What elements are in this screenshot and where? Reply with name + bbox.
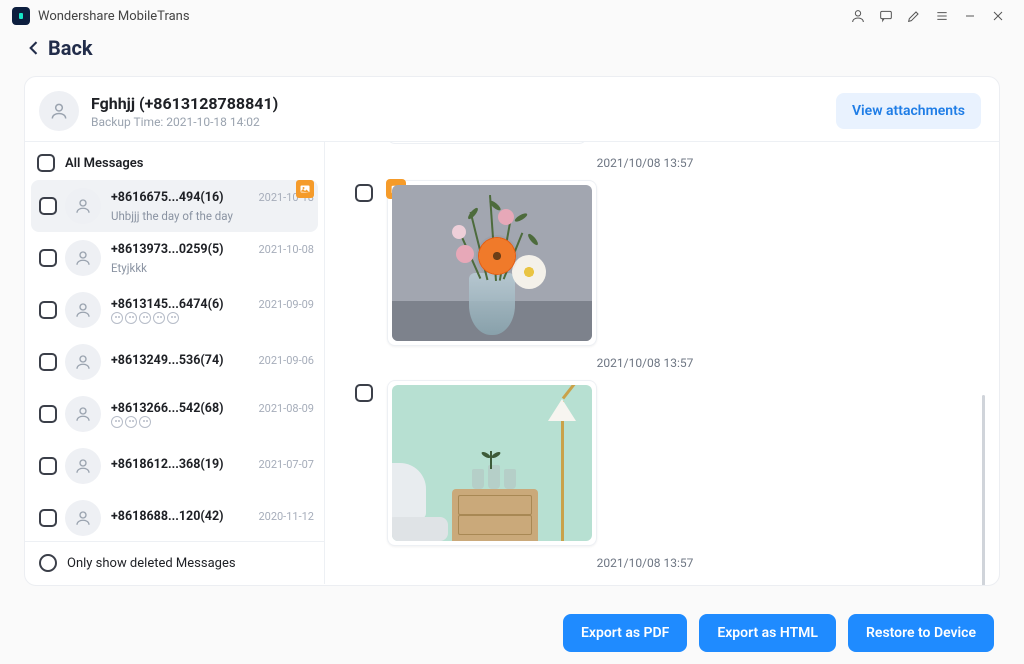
conversation-sidebar: All Messages +8616675...494(16)2021-10-1… xyxy=(25,142,325,584)
conversation-avatar xyxy=(65,292,101,328)
close-icon[interactable] xyxy=(984,2,1012,30)
message-image[interactable] xyxy=(387,380,597,546)
back-label: Back xyxy=(48,36,93,60)
conversation-item[interactable]: +8613249...536(74) 2021-09-06 xyxy=(25,336,324,388)
conversation-date: 2021-10-08 xyxy=(250,243,314,256)
person-icon xyxy=(74,509,92,527)
all-messages-row[interactable]: All Messages xyxy=(25,146,324,180)
conversation-checkbox[interactable] xyxy=(39,405,57,423)
app-name: Wondershare MobileTrans xyxy=(38,9,190,24)
conversation-date: 2021-09-09 xyxy=(250,298,314,311)
conversation-checkbox[interactable] xyxy=(39,249,57,267)
account-icon[interactable] xyxy=(844,2,872,30)
conversation-date: 2021-08-09 xyxy=(250,402,314,415)
message-timestamp: 2021/10/08 13:57 xyxy=(355,356,975,370)
only-deleted-label: Only show deleted Messages xyxy=(67,556,236,571)
person-icon xyxy=(74,301,92,319)
conversation-checkbox[interactable] xyxy=(39,457,57,475)
conversation-checkbox[interactable] xyxy=(39,509,57,527)
only-deleted-row[interactable]: Only show deleted Messages xyxy=(25,541,324,584)
minimize-icon[interactable] xyxy=(956,2,984,30)
conversation-item[interactable]: +8613266...542(68) 2021-08-09 xyxy=(25,388,324,440)
conversation-avatar xyxy=(65,344,101,380)
person-icon xyxy=(74,457,92,475)
conversation-item[interactable]: +8616675...494(16)2021-10-18Uhbjjj the d… xyxy=(31,180,318,232)
message-timestamp: 2021/10/08 13:57 xyxy=(355,156,975,170)
person-icon xyxy=(74,249,92,267)
footer-actions: Export as PDF Export as HTML Restore to … xyxy=(563,614,994,652)
message-block: 2021/10/08 13:57 xyxy=(355,556,975,570)
conversation-item[interactable]: +8618688...120(42) 2020-11-12 xyxy=(25,492,324,541)
main-card: Fghhjj (+8613128788841) Backup Time: 202… xyxy=(24,76,1000,586)
scrollbar-thumb[interactable] xyxy=(982,395,985,586)
title-bar: Wondershare MobileTrans xyxy=(0,0,1024,32)
message-pane[interactable]: 2021/10/08 13:57 2021/10/08 13:57 2021/10/… xyxy=(325,142,999,584)
conversation-name: +8613249...536(74) xyxy=(111,353,224,368)
contact-title: Fghhjj (+8613128788841) xyxy=(91,94,278,113)
conversation-avatar xyxy=(65,240,101,276)
conversation-avatar xyxy=(65,500,101,536)
conversation-name: +8616675...494(16) xyxy=(111,190,224,205)
conversation-name: +8618612...368(19) xyxy=(111,457,224,472)
conversation-list: +8616675...494(16)2021-10-18Uhbjjj the d… xyxy=(25,180,324,541)
conversation-date: 2021-09-06 xyxy=(250,354,314,367)
all-messages-checkbox[interactable] xyxy=(37,154,55,172)
view-attachments-button[interactable]: View attachments xyxy=(836,93,981,129)
card-header: Fghhjj (+8613128788841) Backup Time: 202… xyxy=(25,77,999,142)
conversation-checkbox[interactable] xyxy=(39,301,57,319)
person-icon xyxy=(74,353,92,371)
conversation-item[interactable]: +8618612...368(19) 2021-07-07 xyxy=(25,440,324,492)
restore-device-button[interactable]: Restore to Device xyxy=(848,614,994,652)
feedback-icon[interactable] xyxy=(872,2,900,30)
conversation-avatar xyxy=(65,448,101,484)
only-deleted-radio[interactable] xyxy=(39,554,57,572)
conversation-name: +8613973...0259(5) xyxy=(111,242,224,257)
conversation-preview: Etyjkkk xyxy=(111,261,314,275)
conversation-item[interactable]: +8613145...6474(6) 2021-09-09 xyxy=(25,284,324,336)
conversation-date: 2021-07-07 xyxy=(250,458,314,471)
conversation-preview: Uhbjjj the day of the day xyxy=(111,209,314,223)
export-pdf-button[interactable]: Export as PDF xyxy=(563,614,687,652)
message-checkbox[interactable] xyxy=(355,184,373,202)
person-icon xyxy=(74,197,92,215)
previous-message-stub xyxy=(387,142,587,144)
message-block: 2021/10/08 13:57 xyxy=(355,356,975,546)
edit-icon[interactable] xyxy=(900,2,928,30)
message-timestamp: 2021/10/08 13:57 xyxy=(355,556,975,570)
contact-subtitle: Backup Time: 2021-10-18 14:02 xyxy=(91,115,278,129)
message-checkbox[interactable] xyxy=(355,384,373,402)
export-html-button[interactable]: Export as HTML xyxy=(699,614,836,652)
conversation-item[interactable]: +8613973...0259(5) 2021-10-08 Etyjkkk xyxy=(25,232,324,284)
conversation-avatar xyxy=(65,396,101,432)
contact-avatar xyxy=(39,91,79,131)
conversation-name: +8613266...542(68) xyxy=(111,401,224,416)
message-image[interactable] xyxy=(387,180,597,346)
conversation-date: 2020-11-12 xyxy=(250,510,314,523)
back-button[interactable]: Back xyxy=(24,36,93,60)
app-logo xyxy=(12,7,30,25)
image-badge-icon xyxy=(296,180,314,198)
flower-photo xyxy=(392,185,592,341)
conversation-avatar xyxy=(65,188,101,224)
person-icon xyxy=(49,101,69,121)
room-photo xyxy=(392,385,592,541)
conversation-checkbox[interactable] xyxy=(39,197,57,215)
message-row xyxy=(355,380,975,546)
message-row xyxy=(355,180,975,346)
chevron-left-icon xyxy=(24,38,44,58)
conversation-checkbox[interactable] xyxy=(39,353,57,371)
emoji-preview xyxy=(111,416,314,428)
conversation-name: +8613145...6474(6) xyxy=(111,297,224,312)
message-block: 2021/10/08 13:57 xyxy=(355,156,975,346)
all-messages-label: All Messages xyxy=(65,156,143,171)
menu-icon[interactable] xyxy=(928,2,956,30)
emoji-preview xyxy=(111,312,314,324)
person-icon xyxy=(74,405,92,423)
conversation-name: +8618688...120(42) xyxy=(111,509,224,524)
